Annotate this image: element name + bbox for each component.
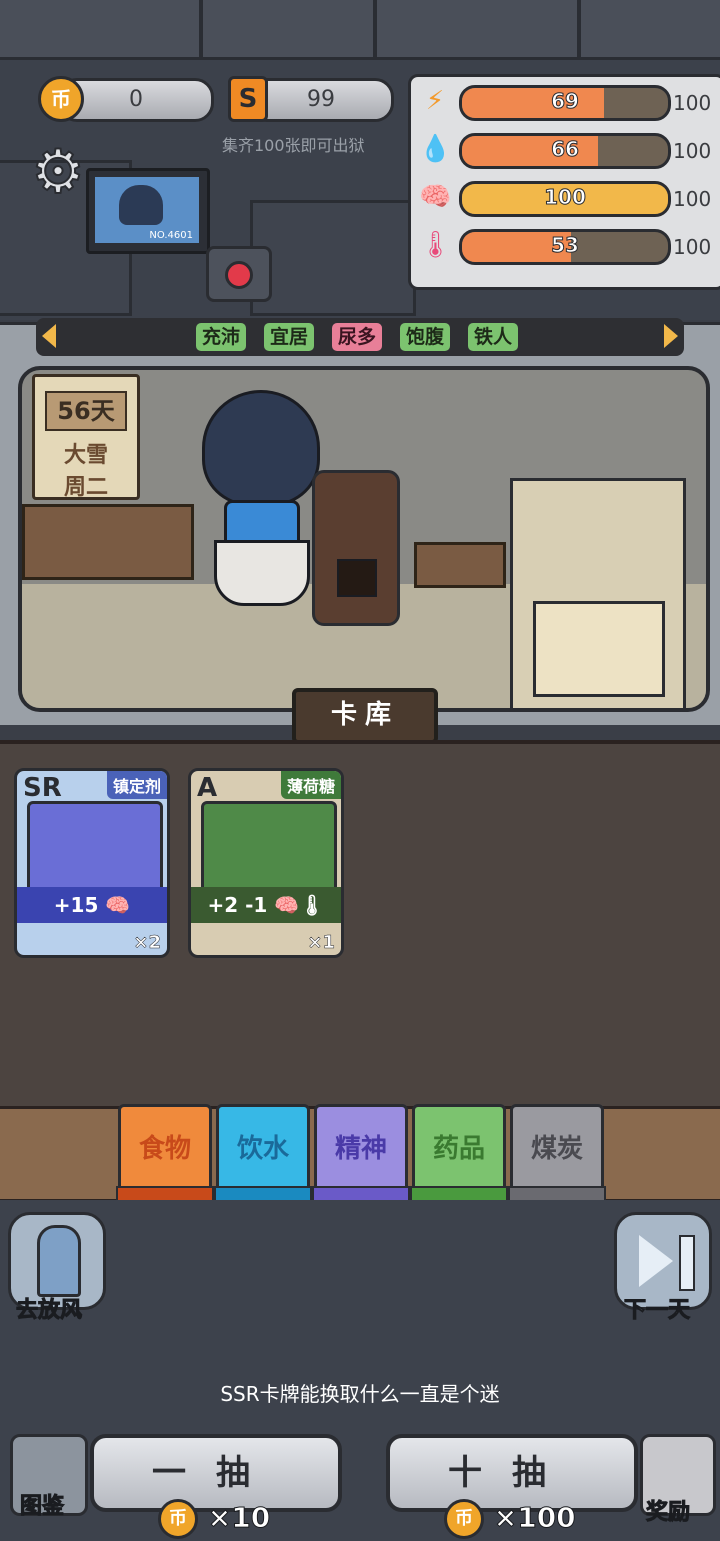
camera-light-icon bbox=[225, 261, 253, 289]
mind-max: 100 bbox=[673, 187, 712, 211]
card-effect: +2 -1 🧠🌡 bbox=[191, 887, 341, 923]
draw-ten-cost: 币 ×100 bbox=[444, 1498, 576, 1539]
energy-bar: 69 bbox=[459, 85, 671, 121]
camera-monitor: NO.4601 bbox=[86, 168, 210, 254]
card-count: ×1 bbox=[307, 932, 335, 954]
toilet bbox=[214, 540, 310, 606]
card-effect-value: +15 bbox=[53, 893, 99, 917]
tag-energetic: 充沛 bbox=[196, 323, 247, 351]
card-name: 镇定剂 bbox=[106, 771, 167, 799]
stool bbox=[414, 542, 506, 588]
water-icon: 💧 bbox=[419, 134, 452, 164]
draw-ten-cost-value: ×100 bbox=[493, 1501, 576, 1535]
prisoner-number: NO.4601 bbox=[149, 230, 193, 241]
card-rank: SR bbox=[23, 773, 62, 803]
gallery-label: 图鉴 bbox=[19, 1494, 65, 1520]
door-icon bbox=[37, 1225, 81, 1297]
next-day-bar-icon bbox=[679, 1235, 695, 1291]
water-value: 66 bbox=[551, 137, 580, 162]
go-out-label: 去放风 bbox=[15, 1298, 83, 1324]
water-bar: 66 bbox=[459, 133, 671, 169]
tag-frequent-urination: 尿多 bbox=[332, 323, 383, 351]
prison-cell-scene: 56天 大雪 周二 bbox=[18, 366, 710, 712]
temperature-bar: 53 bbox=[459, 229, 671, 265]
card-effect: +15 🧠 bbox=[17, 887, 167, 923]
card-rank: A bbox=[197, 773, 218, 803]
coal-stove bbox=[312, 470, 400, 626]
category-medicine[interactable]: 药品 bbox=[412, 1104, 506, 1198]
prisoner-character[interactable] bbox=[198, 390, 320, 606]
tags-next-arrow-icon[interactable] bbox=[664, 324, 678, 348]
card-sedative[interactable]: SR 镇定剂 +15 🧠 ×2 bbox=[14, 768, 170, 958]
tags-prev-arrow-icon[interactable] bbox=[42, 324, 56, 348]
card-mint-candy[interactable]: A 薄荷糖 +2 -1 🧠🌡 ×1 bbox=[188, 768, 344, 958]
reward-label: 奖励 bbox=[645, 1500, 691, 1526]
water-max: 100 bbox=[673, 139, 712, 163]
draw-one-cost: 币 ×10 bbox=[158, 1498, 271, 1539]
next-day-icon bbox=[639, 1235, 673, 1287]
bed-mattress bbox=[533, 601, 665, 697]
thermometer-icon: 🌡 bbox=[419, 230, 453, 260]
stats-panel: ⚡ 69 100 💧 66 100 🧠 100 100 🌡 53 100 bbox=[408, 74, 720, 290]
mind-bar: 100 bbox=[459, 181, 671, 217]
brain-icon: 🧠 bbox=[105, 893, 131, 917]
draw-one-cost-value: ×10 bbox=[207, 1501, 271, 1535]
brain-and-thermometer-icons: 🧠🌡 bbox=[274, 893, 325, 917]
day-calendar: 56天 大雪 周二 bbox=[32, 374, 140, 500]
card-counter: 99 bbox=[248, 78, 394, 122]
category-coal[interactable]: 煤炭 bbox=[510, 1104, 604, 1198]
card-badge-icon: S bbox=[228, 76, 268, 122]
card-count: ×2 bbox=[133, 932, 161, 954]
category-mind[interactable]: 精神 bbox=[314, 1104, 408, 1198]
desk bbox=[22, 504, 194, 580]
energy-value: 69 bbox=[551, 89, 580, 114]
bed bbox=[510, 478, 686, 708]
card-effect-value: +2 -1 bbox=[207, 893, 268, 917]
category-food[interactable]: 食物 bbox=[118, 1104, 212, 1198]
card-count-value: 99 bbox=[307, 87, 335, 112]
next-day-label: 下一天 bbox=[623, 1298, 691, 1324]
tag-iron-man: 铁人 bbox=[468, 323, 519, 351]
monitor-screen: NO.4601 bbox=[95, 177, 199, 243]
coin-icon: 币 bbox=[38, 76, 84, 122]
tip-text: SSR卡牌能换取什么一直是个迷 bbox=[220, 1382, 500, 1406]
temperature-value: 53 bbox=[551, 233, 580, 258]
category-water[interactable]: 饮水 bbox=[216, 1104, 310, 1198]
mind-value: 100 bbox=[544, 185, 587, 210]
stove-fire-icon bbox=[337, 559, 377, 597]
day-count: 56天 bbox=[45, 391, 127, 431]
card-name: 薄荷糖 bbox=[280, 771, 341, 799]
status-tags-ribbon: 充沛 宜居 尿多 饱腹 铁人 bbox=[36, 318, 684, 356]
tag-livable: 宜居 bbox=[264, 323, 315, 351]
security-camera bbox=[206, 246, 272, 302]
energy-max: 100 bbox=[673, 91, 712, 115]
collect-hint: 集齐100张即可出狱 bbox=[222, 136, 365, 155]
temperature-max: 100 bbox=[673, 235, 712, 259]
coin-icon: 币 bbox=[444, 1499, 484, 1539]
energy-icon: ⚡ bbox=[425, 86, 445, 116]
tag-full: 饱腹 bbox=[400, 323, 451, 351]
coin-icon: 币 bbox=[158, 1499, 198, 1539]
weekday-label: 周二 bbox=[63, 475, 108, 500]
brain-icon: 🧠 bbox=[419, 182, 452, 212]
settings-gear-icon[interactable]: ⚙ bbox=[26, 139, 90, 205]
prisoner-portrait bbox=[119, 185, 163, 225]
prisoner-head bbox=[202, 390, 320, 506]
card-library-title: 卡库 bbox=[292, 688, 438, 744]
weather-label: 大雪 bbox=[63, 443, 108, 468]
